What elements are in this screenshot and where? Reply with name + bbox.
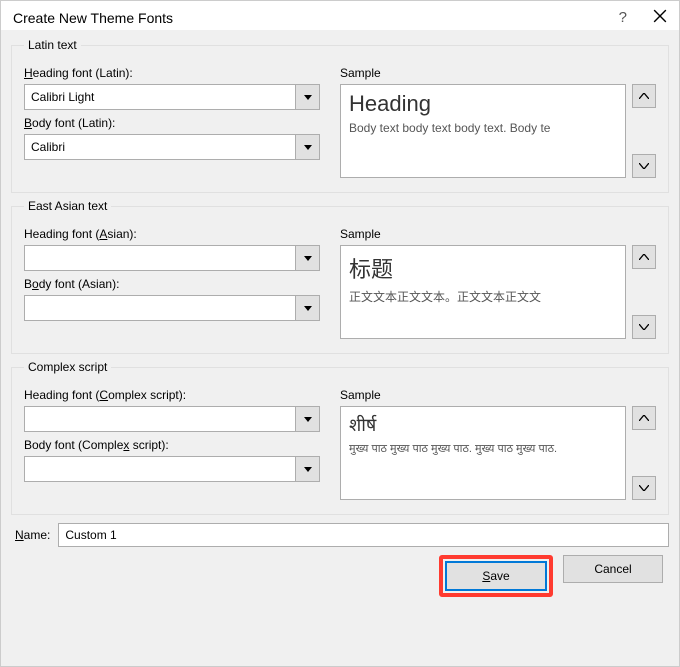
chevron-down-icon[interactable]: [295, 135, 319, 159]
heading-font-asian-label: Heading font (Asian):: [24, 227, 324, 241]
spin-up-icon[interactable]: [632, 245, 656, 269]
body-font-latin-input[interactable]: [25, 135, 295, 159]
spin-down-icon[interactable]: [632, 154, 656, 178]
spin-up-icon[interactable]: [632, 84, 656, 108]
titlebar-controls: ?: [613, 9, 667, 26]
body-font-complex-combo[interactable]: [24, 456, 320, 482]
titlebar: Create New Theme Fonts ?: [1, 1, 679, 30]
sample-label: Sample: [340, 388, 656, 402]
sample-body-text: Body text body text body text. Body te: [349, 121, 617, 135]
heading-font-complex-label: Heading font (Complex script):: [24, 388, 324, 402]
chevron-down-icon[interactable]: [295, 85, 319, 109]
complex-script-group: Complex script Heading font (Complex scr…: [11, 360, 669, 515]
chevron-down-icon[interactable]: [295, 296, 319, 320]
sample-heading-text: शीर्ष: [349, 413, 617, 437]
asian-sample-box: 标题 正文文本正文文本。正文文本正文文: [340, 245, 626, 339]
button-row: Save Cancel: [11, 555, 669, 597]
complex-sample-box: शीर्ष मुख्य पाठ मुख्य पाठ मुख्य पाठ. मुख…: [340, 406, 626, 500]
heading-font-asian-input[interactable]: [25, 246, 295, 270]
body-font-latin-combo[interactable]: [24, 134, 320, 160]
sample-heading-text: 标题: [349, 252, 617, 284]
heading-font-complex-combo[interactable]: [24, 406, 320, 432]
body-font-complex-label: Body font (Complex script):: [24, 438, 324, 452]
heading-font-latin-label: Heading font (Latin):: [24, 66, 324, 80]
body-font-complex-input[interactable]: [25, 457, 295, 481]
sample-body-text: मुख्य पाठ मुख्य पाठ मुख्य पाठ. मुख्य पाठ…: [349, 441, 617, 456]
chevron-down-icon[interactable]: [295, 246, 319, 270]
latin-legend: Latin text: [24, 38, 81, 52]
complex-legend: Complex script: [24, 360, 111, 374]
dialog-title: Create New Theme Fonts: [13, 10, 613, 26]
name-label: Name:: [15, 528, 50, 542]
spin-down-icon[interactable]: [632, 315, 656, 339]
sample-label: Sample: [340, 66, 656, 80]
name-input[interactable]: [58, 523, 669, 547]
sample-body-text: 正文文本正文文本。正文文本正文文: [349, 288, 617, 305]
dialog-body: Latin text Heading font (Latin): Body fo…: [1, 30, 679, 607]
save-button[interactable]: Save: [446, 562, 546, 590]
body-font-asian-combo[interactable]: [24, 295, 320, 321]
asian-legend: East Asian text: [24, 199, 111, 213]
body-font-latin-label: Body font (Latin):: [24, 116, 324, 130]
chevron-down-icon[interactable]: [295, 407, 319, 431]
help-icon[interactable]: ?: [613, 9, 633, 26]
body-font-asian-label: Body font (Asian):: [24, 277, 324, 291]
spin-down-icon[interactable]: [632, 476, 656, 500]
cancel-button[interactable]: Cancel: [563, 555, 663, 583]
latin-text-group: Latin text Heading font (Latin): Body fo…: [11, 38, 669, 193]
body-font-asian-input[interactable]: [25, 296, 295, 320]
heading-font-complex-input[interactable]: [25, 407, 295, 431]
spin-up-icon[interactable]: [632, 406, 656, 430]
save-highlight: Save: [439, 555, 553, 597]
heading-font-latin-combo[interactable]: [24, 84, 320, 110]
name-row: Name:: [15, 523, 669, 547]
latin-sample-box: Heading Body text body text body text. B…: [340, 84, 626, 178]
sample-heading-text: Heading: [349, 91, 617, 117]
sample-label: Sample: [340, 227, 656, 241]
heading-font-latin-input[interactable]: [25, 85, 295, 109]
chevron-down-icon[interactable]: [295, 457, 319, 481]
heading-font-asian-combo[interactable]: [24, 245, 320, 271]
east-asian-text-group: East Asian text Heading font (Asian): Bo…: [11, 199, 669, 354]
close-icon[interactable]: [653, 9, 667, 26]
